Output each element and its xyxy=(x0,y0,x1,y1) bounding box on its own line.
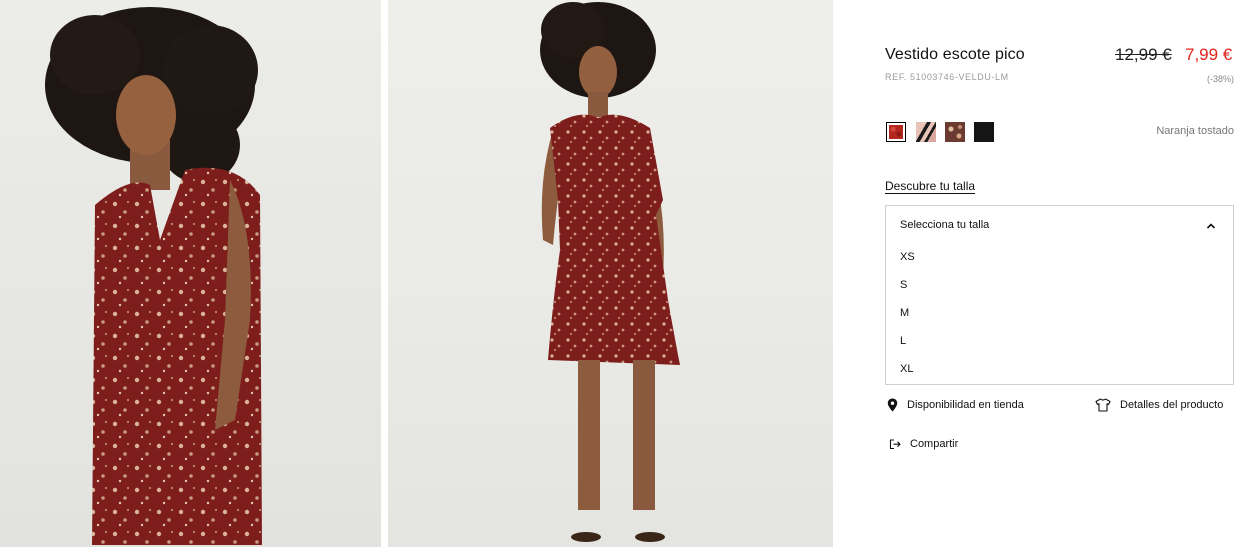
product-details-label: Detalles del producto xyxy=(1120,399,1224,411)
selected-color-name: Naranja tostado xyxy=(1156,125,1234,137)
product-photo-full-body[interactable] xyxy=(388,0,833,547)
size-option-s[interactable]: S xyxy=(900,279,1210,291)
share-label: Compartir xyxy=(910,438,959,450)
product-title: Vestido escote pico xyxy=(885,46,1025,63)
color-swatch-negro[interactable] xyxy=(974,122,994,142)
color-swatch-estampado[interactable] xyxy=(945,122,965,142)
store-availability-link[interactable]: Disponibilidad en tienda xyxy=(887,398,1024,412)
chevron-up-icon[interactable] xyxy=(1206,221,1216,231)
model-illustration-full xyxy=(540,2,680,542)
model-illustration-closeup xyxy=(45,7,262,545)
size-guide-link[interactable]: Descubre tu talla xyxy=(885,179,975,193)
product-details-link[interactable]: Detalles del producto xyxy=(1095,398,1223,412)
size-option-l[interactable]: L xyxy=(900,335,1210,347)
product-info-panel: Vestido escote pico REF. 51003746-VELDU-… xyxy=(833,0,1246,547)
store-availability-label: Disponibilidad en tienda xyxy=(907,399,1024,411)
color-swatch-naranja-tostado[interactable] xyxy=(886,122,906,142)
location-pin-icon xyxy=(887,398,898,412)
product-photo-front-closeup[interactable] xyxy=(0,0,381,547)
size-option-xl[interactable]: XL xyxy=(900,363,1210,375)
product-reference: REF. 51003746-VELDU-LM xyxy=(885,72,1009,82)
share-link[interactable]: Compartir xyxy=(889,438,958,450)
size-option-m[interactable]: M xyxy=(900,307,1210,319)
original-price: 12,99 € xyxy=(1115,45,1172,64)
size-dropdown-label[interactable]: Selecciona tu talla xyxy=(900,219,989,231)
discount-badge: (-38%) xyxy=(1206,74,1234,84)
size-dropdown[interactable]: Selecciona tu talla XS S M L XL xyxy=(885,205,1234,385)
size-option-xs[interactable]: XS xyxy=(900,251,1210,263)
sale-price: 7,99 € xyxy=(1185,45,1233,64)
color-swatch-rosa[interactable] xyxy=(916,122,936,142)
tshirt-icon xyxy=(1095,398,1111,412)
share-icon xyxy=(889,439,901,450)
